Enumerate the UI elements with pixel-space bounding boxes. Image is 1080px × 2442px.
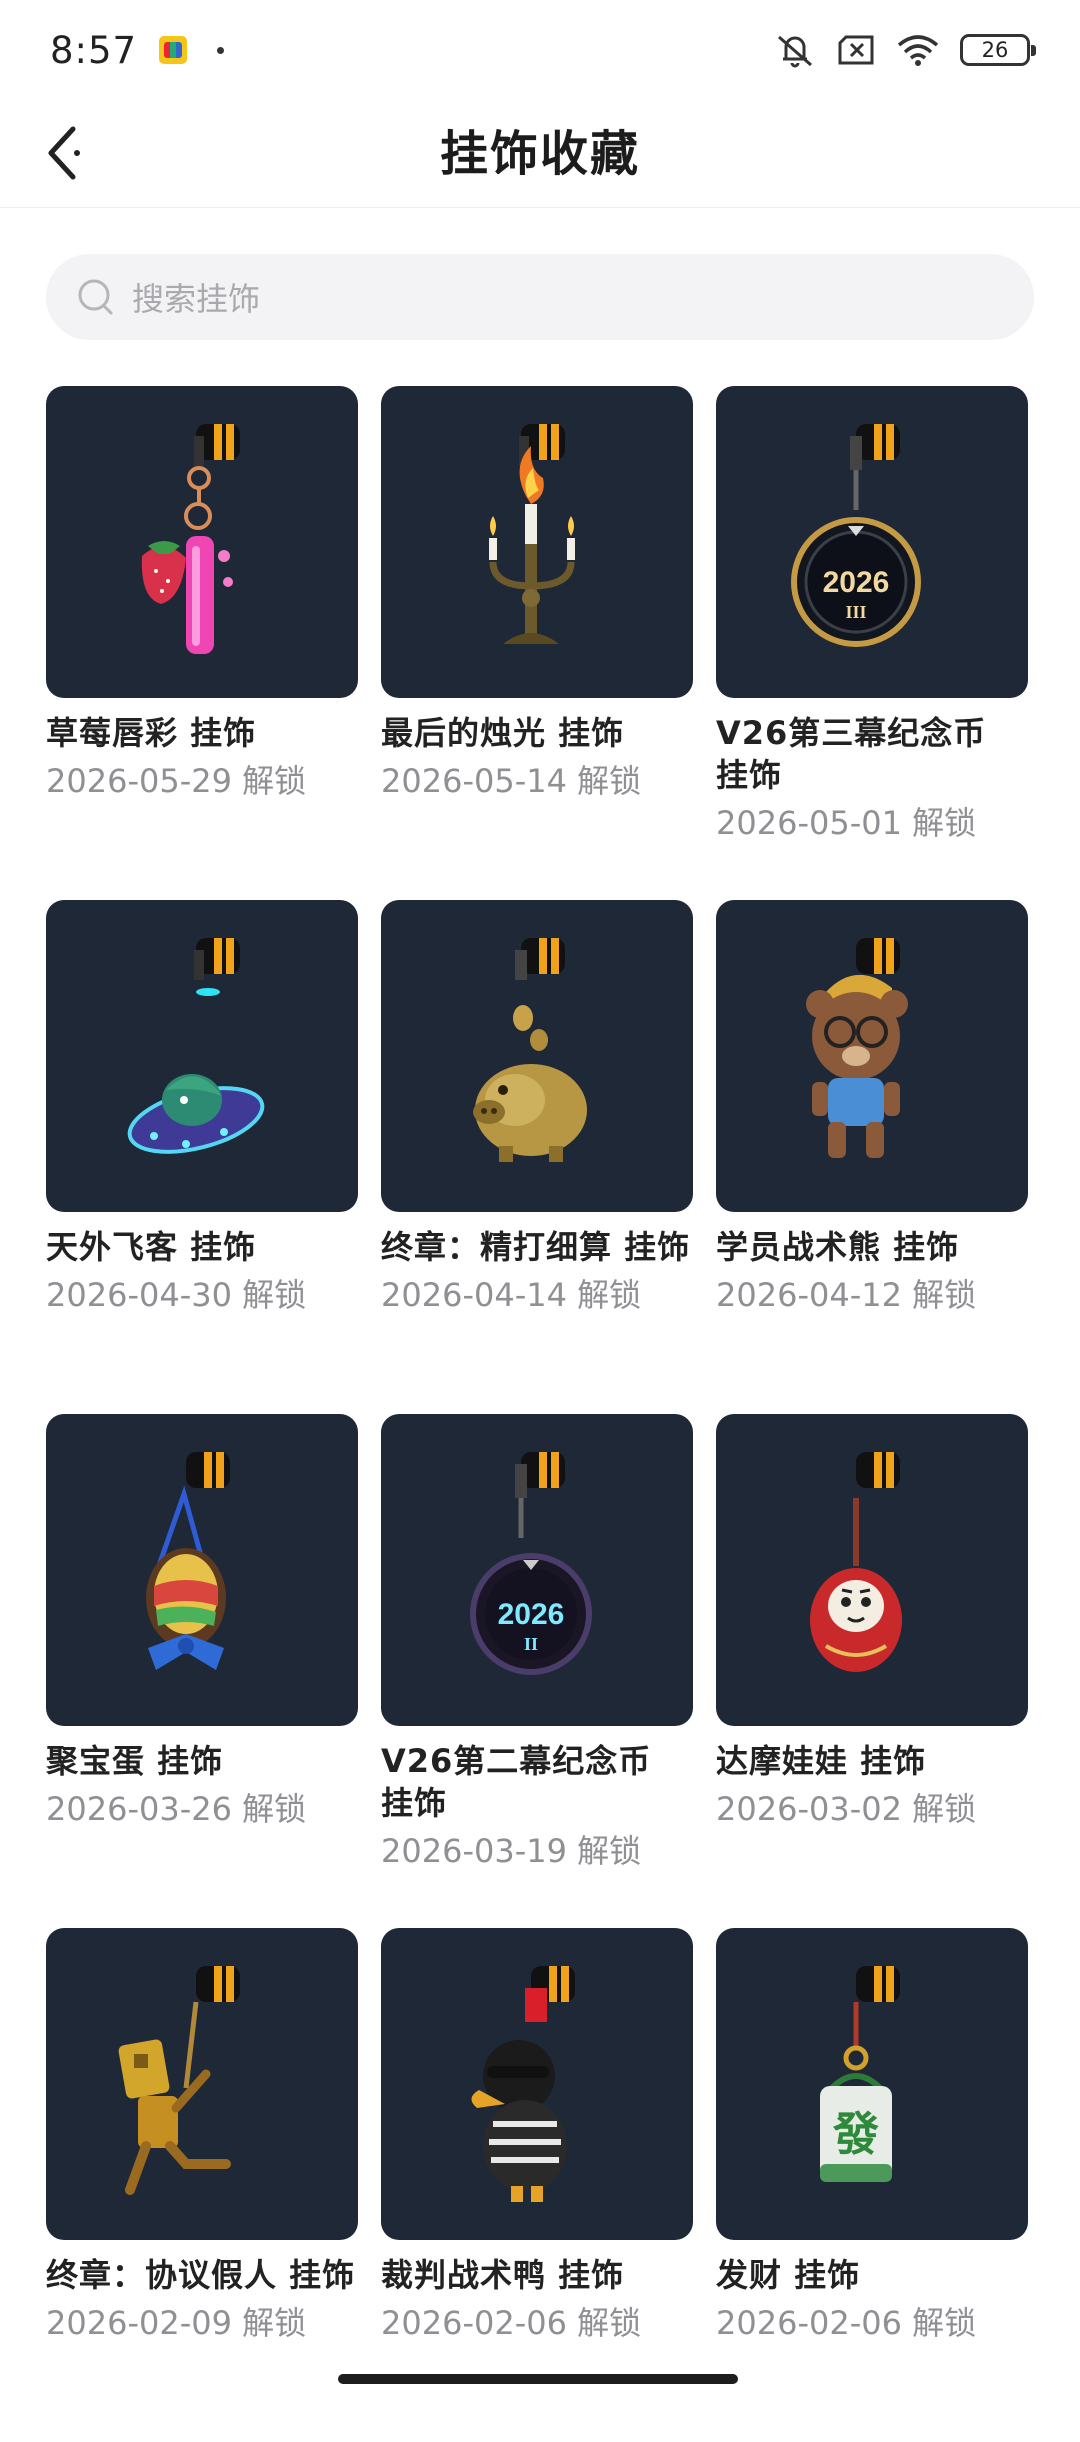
charm-grid: 草莓唇彩 挂饰 2026-05-29 解锁 最后的烛光 挂饰 2026-05-1… bbox=[46, 386, 1046, 2442]
battery-icon: 26 bbox=[960, 34, 1036, 66]
charm-card[interactable]: 聚宝蛋 挂饰 2026-03-26 解锁 bbox=[46, 1414, 358, 1928]
charm-unlock-date: 2026-05-29 解锁 bbox=[46, 762, 307, 800]
v26-act3-coin-charm-image: 2026 III bbox=[716, 386, 1028, 698]
charm-name: V26第二幕纪念币 挂饰 bbox=[381, 1742, 652, 1822]
charm-name: 学员战术熊 挂饰 bbox=[716, 1228, 960, 1266]
search-icon bbox=[78, 279, 113, 315]
candelabra-charm-image bbox=[381, 386, 693, 698]
charm-unlock-date: 2026-03-02 解锁 bbox=[716, 1790, 977, 1828]
charm-unlock-date: 2026-02-09 解锁 bbox=[46, 2304, 307, 2342]
charm-name: 达摩娃娃 挂饰 bbox=[716, 1742, 927, 1780]
battery-level: 26 bbox=[981, 38, 1009, 62]
treasure-egg-charm-image bbox=[46, 1414, 358, 1726]
coin-year: 2026 bbox=[498, 1598, 565, 1631]
cadet-bear-charm-image bbox=[716, 900, 1028, 1212]
charm-unlock-date: 2026-04-30 解锁 bbox=[46, 1276, 307, 1314]
status-icons: 26 bbox=[774, 31, 1036, 69]
coin-year: 2026 bbox=[823, 566, 890, 599]
page-title: 挂饰收藏 bbox=[439, 126, 640, 182]
coin-numeral: III bbox=[845, 602, 866, 622]
wifi-icon bbox=[897, 35, 939, 66]
nav-bar: 挂饰收藏 bbox=[0, 100, 1080, 208]
piggy-bank-charm-image bbox=[381, 900, 693, 1212]
charm-card[interactable]: 达摩娃娃 挂饰 2026-03-02 解锁 bbox=[716, 1414, 1028, 1928]
charm-unlock-date: 2026-02-06 解锁 bbox=[716, 2304, 977, 2342]
search-placeholder: 搜索挂饰 bbox=[132, 280, 261, 318]
ufo-charm-image bbox=[46, 900, 358, 1212]
status-bar: 8:57 26 bbox=[0, 0, 1080, 100]
charm-card[interactable]: 裁判战术鸭 挂饰 2026-02-06 解锁 bbox=[381, 1928, 693, 2442]
charm-unlock-date: 2026-03-26 解锁 bbox=[46, 1790, 307, 1828]
dummy-charm-image bbox=[46, 1928, 358, 2240]
charm-name: 最后的烛光 挂饰 bbox=[381, 714, 625, 752]
app-notification-icon bbox=[159, 36, 188, 64]
charm-unlock-date: 2026-04-14 解锁 bbox=[381, 1276, 642, 1314]
home-indicator[interactable] bbox=[338, 2374, 738, 2384]
charm-unlock-date: 2026-04-12 解锁 bbox=[716, 1276, 977, 1314]
search-input[interactable]: 搜索挂饰 bbox=[46, 254, 1034, 340]
charm-unlock-date: 2026-05-01 解锁 bbox=[716, 804, 977, 842]
charm-name: 终章：精打细算 挂饰 bbox=[381, 1228, 691, 1266]
charm-name: 裁判战术鸭 挂饰 bbox=[381, 2256, 625, 2294]
charm-name: 天外飞客 挂饰 bbox=[46, 1228, 257, 1266]
charm-name: 草莓唇彩 挂饰 bbox=[46, 714, 257, 752]
charm-card[interactable]: 發 发财 挂饰 2026-02-06 解锁 bbox=[716, 1928, 1028, 2442]
charm-unlock-date: 2026-05-14 解锁 bbox=[381, 762, 642, 800]
mahjong-tile-charm-image: 發 bbox=[716, 1928, 1028, 2240]
charm-unlock-date: 2026-02-06 解锁 bbox=[381, 2304, 642, 2342]
charm-card[interactable]: 2026 II V26第二幕纪念币 挂饰 2026-03-19 解锁 bbox=[381, 1414, 693, 1928]
daruma-charm-image bbox=[716, 1414, 1028, 1726]
charm-card[interactable]: 天外飞客 挂饰 2026-04-30 解锁 bbox=[46, 900, 358, 1414]
no-sim-icon bbox=[838, 35, 874, 65]
mahjong-tile-glyph: 發 bbox=[832, 2107, 879, 2161]
charm-name: V26第三幕纪念币 挂饰 bbox=[716, 714, 987, 794]
charm-card[interactable]: 草莓唇彩 挂饰 2026-05-29 解锁 bbox=[46, 386, 358, 900]
charm-name: 终章：协议假人 挂饰 bbox=[46, 2256, 356, 2294]
charm-card[interactable]: 学员战术熊 挂饰 2026-04-12 解锁 bbox=[716, 900, 1028, 1414]
charm-unlock-date: 2026-03-19 解锁 bbox=[381, 1832, 642, 1870]
charm-name: 发财 挂饰 bbox=[716, 2256, 861, 2294]
coin-numeral: II bbox=[524, 1634, 538, 1654]
charm-card[interactable]: 最后的烛光 挂饰 2026-05-14 解锁 bbox=[381, 386, 693, 900]
charm-card[interactable]: 终章：精打细算 挂饰 2026-04-14 解锁 bbox=[381, 900, 693, 1414]
referee-duck-charm-image bbox=[381, 1928, 693, 2240]
v26-act2-coin-charm-image: 2026 II bbox=[381, 1414, 693, 1726]
charm-name: 聚宝蛋 挂饰 bbox=[46, 1742, 224, 1780]
charm-card[interactable]: 2026 III V26第三幕纪念币 挂饰 2026-05-01 解锁 bbox=[716, 386, 1028, 900]
mute-vibrate-icon bbox=[778, 35, 812, 68]
charm-card[interactable]: 终章：协议假人 挂饰 2026-02-09 解锁 bbox=[46, 1928, 358, 2442]
notification-dot-icon bbox=[217, 46, 225, 54]
strawberry-lipgloss-charm-image bbox=[46, 386, 358, 698]
status-time: 8:57 bbox=[50, 28, 138, 72]
